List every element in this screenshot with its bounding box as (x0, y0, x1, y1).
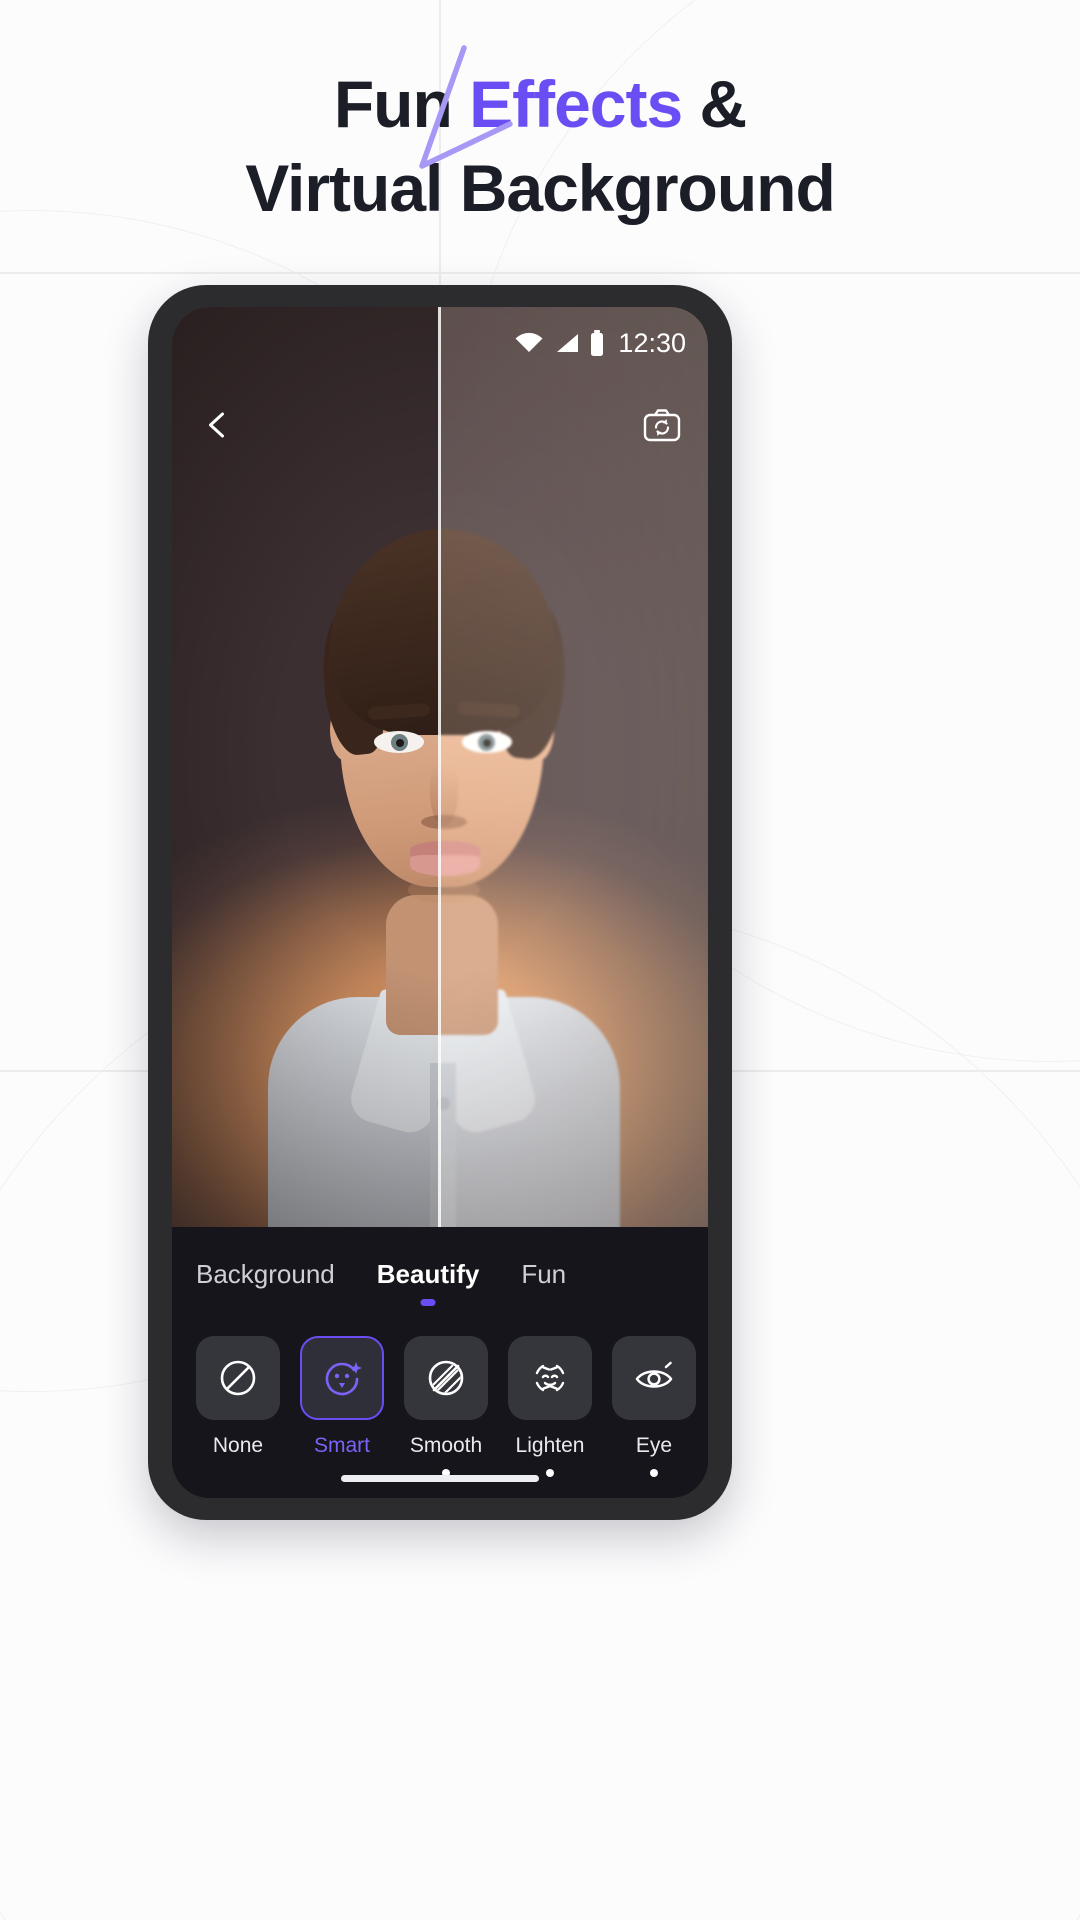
headline-line-2: Virtual Background (245, 151, 836, 226)
tab-fun-label: Fun (521, 1259, 567, 1289)
filter-adjust-dot-eye (650, 1469, 658, 1477)
tab-background-label: Background (196, 1259, 335, 1289)
status-bar: 12:30 (172, 307, 708, 379)
status-time: 12:30 (618, 327, 686, 358)
face-sparkle-icon (325, 1362, 362, 1396)
chevron-left-icon (209, 412, 224, 438)
camera-flip-icon (643, 409, 681, 442)
filter-item-smart[interactable]: Smart (300, 1336, 384, 1477)
face-target-icon (535, 1364, 565, 1392)
headline-pre: Fun (333, 67, 470, 141)
page-title: Fun Effects & Virtual Background (0, 62, 1080, 231)
filter-adjust-dot-lighten (546, 1469, 554, 1477)
filter-item-smooth[interactable]: Smooth (404, 1336, 488, 1477)
editor-controls-panel: Background Beautify Fun None Smart Smoot… (172, 1227, 708, 1498)
filter-item-lighten[interactable]: Lighten (508, 1336, 592, 1477)
signal-icon (557, 334, 579, 352)
filter-label-lighten: Lighten (515, 1434, 585, 1457)
filter-tile-smooth[interactable] (404, 1336, 488, 1420)
phone-screen: 12:30 Background Beautify Fun None Smart… (172, 307, 708, 1498)
headline-accent: Effects (469, 67, 683, 141)
filter-label-smooth: Smooth (409, 1434, 483, 1457)
phone-mockup: 12:30 Background Beautify Fun None Smart… (148, 285, 732, 1520)
headline-line-1: Fun Effects & (0, 62, 1080, 146)
tab-beautify[interactable]: Beautify (376, 1259, 480, 1306)
filter-list[interactable]: None Smart Smooth Lighten Eye (172, 1290, 708, 1477)
circle-slash-icon (220, 1360, 256, 1396)
filter-label-none: None (212, 1434, 264, 1457)
filter-label-eye: Eye (635, 1434, 673, 1457)
filter-tile-lighten[interactable] (508, 1336, 592, 1420)
filter-tile-none[interactable] (196, 1336, 280, 1420)
promo-page: Fun Effects & Virtual Background 12:30 B… (0, 0, 1080, 1920)
preview-nav-bar (172, 391, 708, 461)
filter-tile-smart[interactable] (300, 1336, 384, 1420)
headline-post: & (682, 67, 748, 141)
filter-tile-eye[interactable] (612, 1336, 696, 1420)
filter-item-none[interactable]: None (196, 1336, 280, 1477)
filter-label-smart: Smart (313, 1434, 370, 1457)
tab-fun[interactable]: Fun (521, 1259, 566, 1290)
filter-item-eye[interactable]: Eye (612, 1336, 696, 1477)
eye-icon (635, 1361, 673, 1388)
tab-beautify-label: Beautify (376, 1259, 480, 1289)
wifi-icon (515, 332, 543, 352)
tab-active-indicator (420, 1299, 436, 1306)
camera-flip-button[interactable] (638, 401, 686, 449)
back-button[interactable] (194, 401, 242, 449)
home-indicator[interactable] (341, 1475, 539, 1482)
hatched-circle-icon (428, 1360, 464, 1396)
battery-icon (591, 330, 604, 356)
category-tabs: Background Beautify Fun (172, 1227, 708, 1306)
tab-background[interactable]: Background (196, 1259, 335, 1290)
